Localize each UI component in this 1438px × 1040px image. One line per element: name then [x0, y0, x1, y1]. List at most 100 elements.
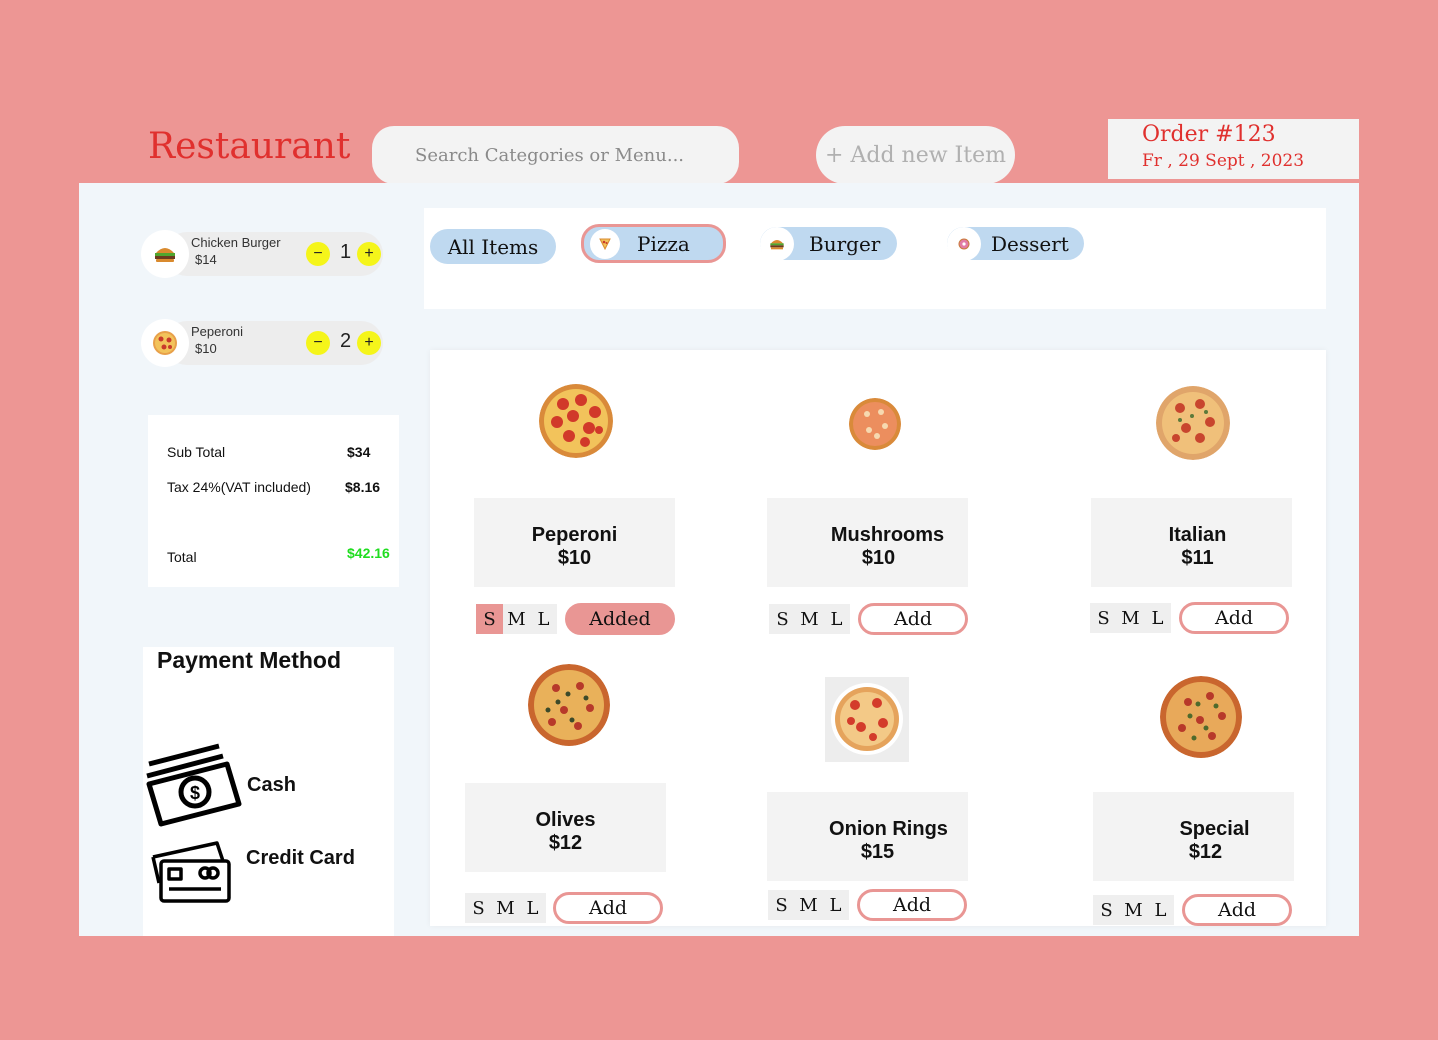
menu-item-card[interactable]: Onion Rings $15 [767, 792, 968, 881]
cart-item-price: $14 [195, 252, 217, 267]
donut-icon [947, 226, 981, 261]
menu-item-price: $10 [861, 547, 896, 569]
cart-item-price: $10 [195, 341, 217, 356]
cash-option[interactable]: $ Cash [143, 742, 383, 827]
category-label: Dessert [991, 231, 1069, 256]
subtotal-label: Sub Total [167, 444, 226, 460]
pizza-slice-icon [590, 228, 620, 259]
menu-item-name: Onion Rings [829, 818, 948, 840]
size-s-option[interactable]: S [768, 890, 795, 920]
size-s-option[interactable]: S [476, 604, 503, 634]
size-l-option[interactable]: L [823, 604, 850, 634]
subtotal-value: $34 [347, 444, 371, 460]
category-pizza[interactable]: Pizza [581, 224, 726, 263]
size-selector: S M L [465, 893, 546, 923]
burger-icon [760, 226, 794, 261]
size-m-option[interactable]: M [1117, 603, 1144, 633]
cart-item-name: Chicken Burger [191, 235, 281, 250]
size-selector: S M L [476, 604, 557, 634]
size-s-option[interactable]: S [465, 893, 492, 923]
credit-card-option[interactable]: Credit Card [143, 837, 383, 907]
category-burger[interactable]: Burger [760, 226, 897, 261]
menu-item-name: Peperoni [531, 524, 618, 546]
size-s-option[interactable]: S [1093, 895, 1120, 925]
menu-item-card[interactable]: Italian $11 [1091, 498, 1292, 587]
cash-label: Cash [247, 774, 296, 796]
payment-method-title: Payment Method [157, 647, 342, 673]
menu-item-card[interactable]: Special $12 [1093, 792, 1294, 881]
pizza-image [528, 664, 610, 746]
order-number: Order #123 [1142, 122, 1276, 147]
size-l-option[interactable]: L [519, 893, 546, 923]
add-button[interactable]: Add [858, 603, 968, 635]
total-value: $42.16 [347, 545, 390, 561]
category-label: Burger [809, 231, 881, 256]
menu-item-price: $15 [860, 841, 895, 863]
size-l-option[interactable]: L [1147, 895, 1174, 925]
add-button[interactable]: Add [1182, 894, 1292, 926]
size-m-option[interactable]: M [503, 604, 530, 634]
cash-icon: $ [146, 743, 242, 827]
decrease-quantity-button[interactable]: − [306, 242, 330, 266]
pizza-image [849, 398, 901, 450]
menu-item-card[interactable]: Peperoni $10 [474, 498, 675, 587]
order-date: Fr , 29 Sept , 2023 [1142, 151, 1305, 171]
menu-item-name: Special [1179, 818, 1250, 840]
pizza-image [1160, 676, 1242, 758]
pizza-image [1156, 386, 1230, 460]
search-input[interactable]: Search Categories or Menu... [372, 126, 739, 184]
size-s-option[interactable]: S [769, 604, 796, 634]
decrease-quantity-button[interactable]: − [306, 331, 330, 355]
credit-card-icon [151, 841, 231, 903]
added-button[interactable]: Added [565, 603, 675, 635]
pizza-image [539, 384, 613, 458]
size-l-option[interactable]: L [822, 890, 849, 920]
menu-item-price: $11 [1181, 547, 1214, 569]
pizza-icon [141, 319, 189, 367]
menu-item-name: Mushrooms [830, 524, 945, 546]
svg-text:$: $ [190, 783, 200, 803]
menu-item-name: Italian [1168, 524, 1227, 546]
cart-item: Chicken Burger $14 − 1 + [141, 230, 386, 278]
menu-item-price: $12 [548, 832, 583, 854]
menu-item-card[interactable]: Mushrooms $10 [767, 498, 968, 587]
search-placeholder: Search Categories or Menu... [415, 144, 685, 166]
order-info: Order #123 Fr , 29 Sept , 2023 [1108, 119, 1359, 179]
size-m-option[interactable]: M [492, 893, 519, 923]
menu-item-card[interactable]: Olives $12 [465, 783, 666, 872]
category-label: All Items [447, 234, 539, 259]
menu-item-name: Olives [535, 809, 596, 831]
add-button[interactable]: Add [553, 892, 663, 924]
add-button[interactable]: Add [1179, 602, 1289, 634]
increase-quantity-button[interactable]: + [357, 331, 381, 355]
size-m-option[interactable]: M [796, 604, 823, 634]
payment-method-panel: Payment Method $ Cash Credit Card [143, 647, 394, 936]
burger-icon [141, 230, 189, 278]
cart-item-name: Peperoni [191, 324, 244, 339]
size-l-option[interactable]: L [1144, 603, 1171, 633]
category-label: Pizza [637, 231, 690, 256]
menu-item-price: $12 [1188, 841, 1223, 863]
add-new-item-button[interactable]: + Add new Item [816, 126, 1015, 184]
tax-value: $8.16 [345, 479, 381, 495]
total-label: Total [167, 549, 197, 565]
credit-card-label: Credit Card [246, 847, 355, 869]
category-all-items[interactable]: All Items [430, 229, 556, 264]
size-l-option[interactable]: L [530, 604, 557, 634]
size-s-option[interactable]: S [1090, 603, 1117, 633]
order-totals: Sub Total $34 Tax 24%(VAT included) $8.1… [148, 415, 399, 587]
cart-item-quantity: 2 [340, 330, 352, 352]
cart-item: Peperoni $10 − 2 + [141, 319, 386, 367]
size-m-option[interactable]: M [795, 890, 822, 920]
cart-item-quantity: 1 [340, 241, 352, 263]
menu-item-price: $10 [557, 547, 592, 569]
increase-quantity-button[interactable]: + [357, 242, 381, 266]
add-button[interactable]: Add [857, 889, 967, 921]
pizza-image [825, 677, 909, 762]
restaurant-title: Restaurant [148, 126, 351, 167]
size-m-option[interactable]: M [1120, 895, 1147, 925]
size-selector: S M L [768, 890, 849, 920]
category-dessert[interactable]: Dessert [947, 226, 1084, 261]
size-selector: S M L [1093, 895, 1174, 925]
size-selector: S M L [1090, 603, 1171, 633]
